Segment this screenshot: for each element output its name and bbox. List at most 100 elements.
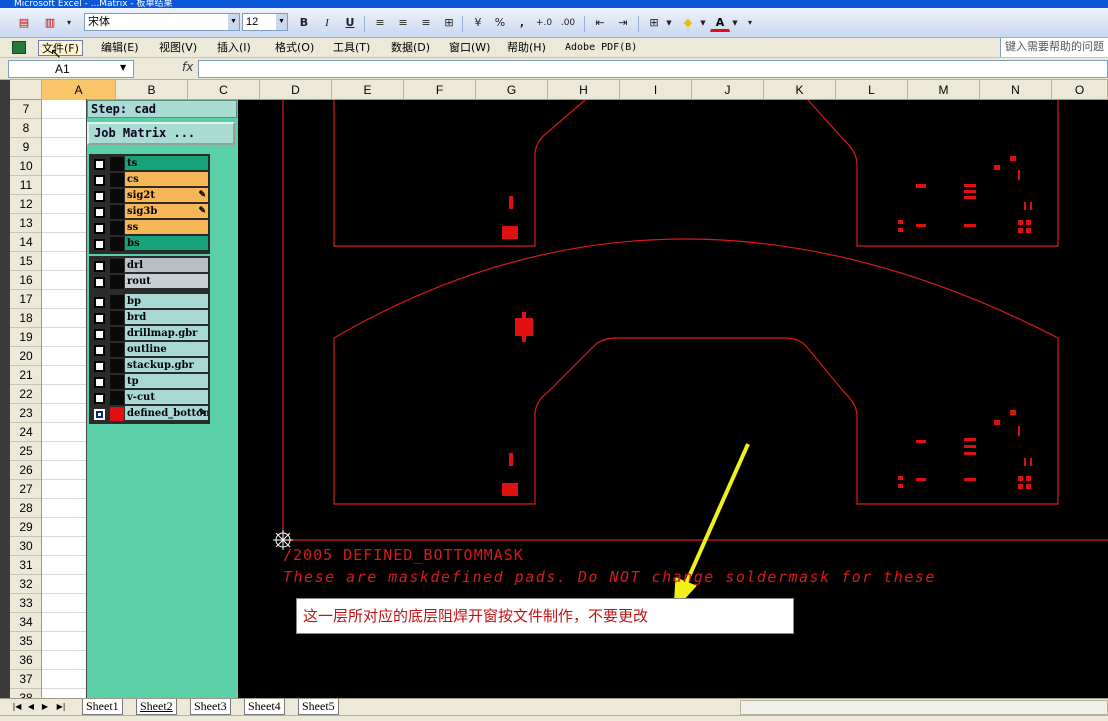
column-header-c[interactable]: C (188, 80, 260, 100)
sheet-tab-sheet1[interactable]: Sheet1 (82, 699, 123, 715)
sheet-tab-sheet5[interactable]: Sheet5 (298, 699, 339, 715)
column-header-m[interactable]: M (908, 80, 980, 100)
bold-button[interactable]: B (294, 14, 314, 32)
row-header[interactable]: 18 (10, 309, 41, 328)
sheet-tab-sheet2[interactable]: Sheet2 (136, 699, 177, 715)
menu-data[interactable]: 数据(D) (388, 40, 433, 56)
row-header[interactable]: 19 (10, 328, 41, 347)
layer-checkbox[interactable] (94, 159, 105, 170)
menu-format[interactable]: 格式(O) (272, 40, 317, 56)
row-header[interactable]: 34 (10, 613, 41, 632)
layer-row[interactable]: bp (91, 294, 208, 310)
row-header[interactable]: 23 (10, 404, 41, 423)
row-header[interactable]: 24 (10, 423, 41, 442)
chevron-down-icon[interactable]: ▼ (120, 63, 126, 72)
column-header-e[interactable]: E (332, 80, 404, 100)
underline-button[interactable]: U (340, 14, 360, 32)
row-header[interactable]: 25 (10, 442, 41, 461)
row-header[interactable]: 29 (10, 518, 41, 537)
column-header-l[interactable]: L (836, 80, 908, 100)
row-header[interactable]: 20 (10, 347, 41, 366)
column-header-o[interactable]: O (1052, 80, 1108, 100)
borders-icon[interactable]: ⊞ (644, 14, 664, 32)
column-header-d[interactable]: D (260, 80, 332, 100)
row-header[interactable]: 36 (10, 651, 41, 670)
toolbar-options-icon[interactable]: ▾ (64, 14, 74, 32)
row-header[interactable]: 15 (10, 252, 41, 271)
menu-view[interactable]: 视图(V) (156, 40, 200, 56)
column-header-k[interactable]: K (764, 80, 836, 100)
sheet-tab-sheet3[interactable]: Sheet3 (190, 699, 231, 715)
layer-checkbox[interactable] (94, 361, 105, 372)
layer-row[interactable]: stackup.gbr (91, 358, 208, 374)
layer-checkbox[interactable] (94, 393, 105, 404)
row-header[interactable]: 22 (10, 385, 41, 404)
percent-button[interactable]: % (490, 14, 510, 32)
column-header-h[interactable]: H (548, 80, 620, 100)
menu-edit[interactable]: 编辑(E) (98, 40, 142, 56)
layer-checkbox[interactable] (94, 223, 105, 234)
row-header[interactable]: 10 (10, 157, 41, 176)
menu-help[interactable]: 帮助(H) (504, 40, 549, 56)
decrease-indent-icon[interactable]: ⇤ (590, 14, 610, 32)
menu-window[interactable]: 窗口(W) (446, 40, 493, 56)
menu-adobe-pdf[interactable]: Adobe PDF(B) (562, 40, 640, 56)
comma-button[interactable]: , (512, 14, 532, 32)
next-sheet-icon[interactable]: ▶ (40, 700, 50, 714)
font-color-button[interactable]: A (710, 14, 730, 32)
layer-checkbox[interactable] (94, 239, 105, 250)
prev-sheet-icon[interactable]: ◀ (26, 700, 36, 714)
layer-row[interactable]: cs (91, 172, 208, 188)
column-header-b[interactable]: B (116, 80, 188, 100)
chevron-down-icon[interactable]: ▼ (730, 14, 740, 32)
increase-indent-icon[interactable]: ⇥ (613, 14, 633, 32)
layer-row[interactable]: ss (91, 220, 208, 236)
layer-checkbox[interactable] (94, 377, 105, 388)
column-header-f[interactable]: F (404, 80, 476, 100)
row-header[interactable]: 7 (10, 100, 41, 119)
row-header[interactable]: 8 (10, 119, 41, 138)
pdf-icon[interactable]: ▤ (14, 14, 34, 32)
layer-row[interactable]: defined_bottommask✎ (91, 406, 208, 422)
layer-row[interactable]: v-cut (91, 390, 208, 406)
layer-row[interactable]: drl (91, 258, 208, 274)
layer-checkbox[interactable] (94, 345, 105, 356)
font-size-select[interactable]: 12 ▼ (242, 13, 288, 31)
last-sheet-icon[interactable]: ▶| (56, 700, 66, 714)
layer-row[interactable]: tp (91, 374, 208, 390)
row-header[interactable]: 32 (10, 575, 41, 594)
toolbar-options-icon[interactable]: ▾ (744, 14, 756, 32)
fill-color-icon[interactable]: ◆ (678, 14, 698, 32)
row-header[interactable]: 21 (10, 366, 41, 385)
align-left-icon[interactable]: ≡ (370, 14, 390, 32)
layer-checkbox[interactable] (94, 191, 105, 202)
align-center-icon[interactable]: ≡ (393, 14, 413, 32)
layer-row[interactable]: bs (91, 236, 208, 252)
row-header[interactable]: 30 (10, 537, 41, 556)
row-header[interactable]: 27 (10, 480, 41, 499)
column-header-a[interactable]: A (42, 80, 116, 100)
layer-row[interactable]: ts (91, 156, 208, 172)
layer-row[interactable]: outline (91, 342, 208, 358)
layer-checkbox[interactable] (94, 277, 105, 288)
horizontal-scrollbar[interactable] (740, 700, 1108, 715)
layer-checkbox[interactable] (94, 409, 105, 420)
row-header[interactable]: 11 (10, 176, 41, 195)
formula-input[interactable] (198, 60, 1108, 78)
row-header[interactable]: 33 (10, 594, 41, 613)
row-header[interactable]: 26 (10, 461, 41, 480)
layer-checkbox[interactable] (94, 261, 105, 272)
font-name-select[interactable]: 宋体 ▼ (84, 13, 240, 31)
column-header-j[interactable]: J (692, 80, 764, 100)
first-sheet-icon[interactable]: |◀ (12, 700, 22, 714)
layer-row[interactable]: brd (91, 310, 208, 326)
merge-center-icon[interactable]: ⊞ (439, 14, 459, 32)
row-header[interactable]: 14 (10, 233, 41, 252)
column-header-n[interactable]: N (980, 80, 1052, 100)
select-all-corner[interactable] (10, 80, 42, 100)
row-header[interactable]: 17 (10, 290, 41, 309)
row-header[interactable]: 31 (10, 556, 41, 575)
layer-row[interactable]: drillmap.gbr (91, 326, 208, 342)
layer-checkbox[interactable] (94, 175, 105, 186)
currency-icon[interactable]: ¥ (468, 14, 488, 32)
